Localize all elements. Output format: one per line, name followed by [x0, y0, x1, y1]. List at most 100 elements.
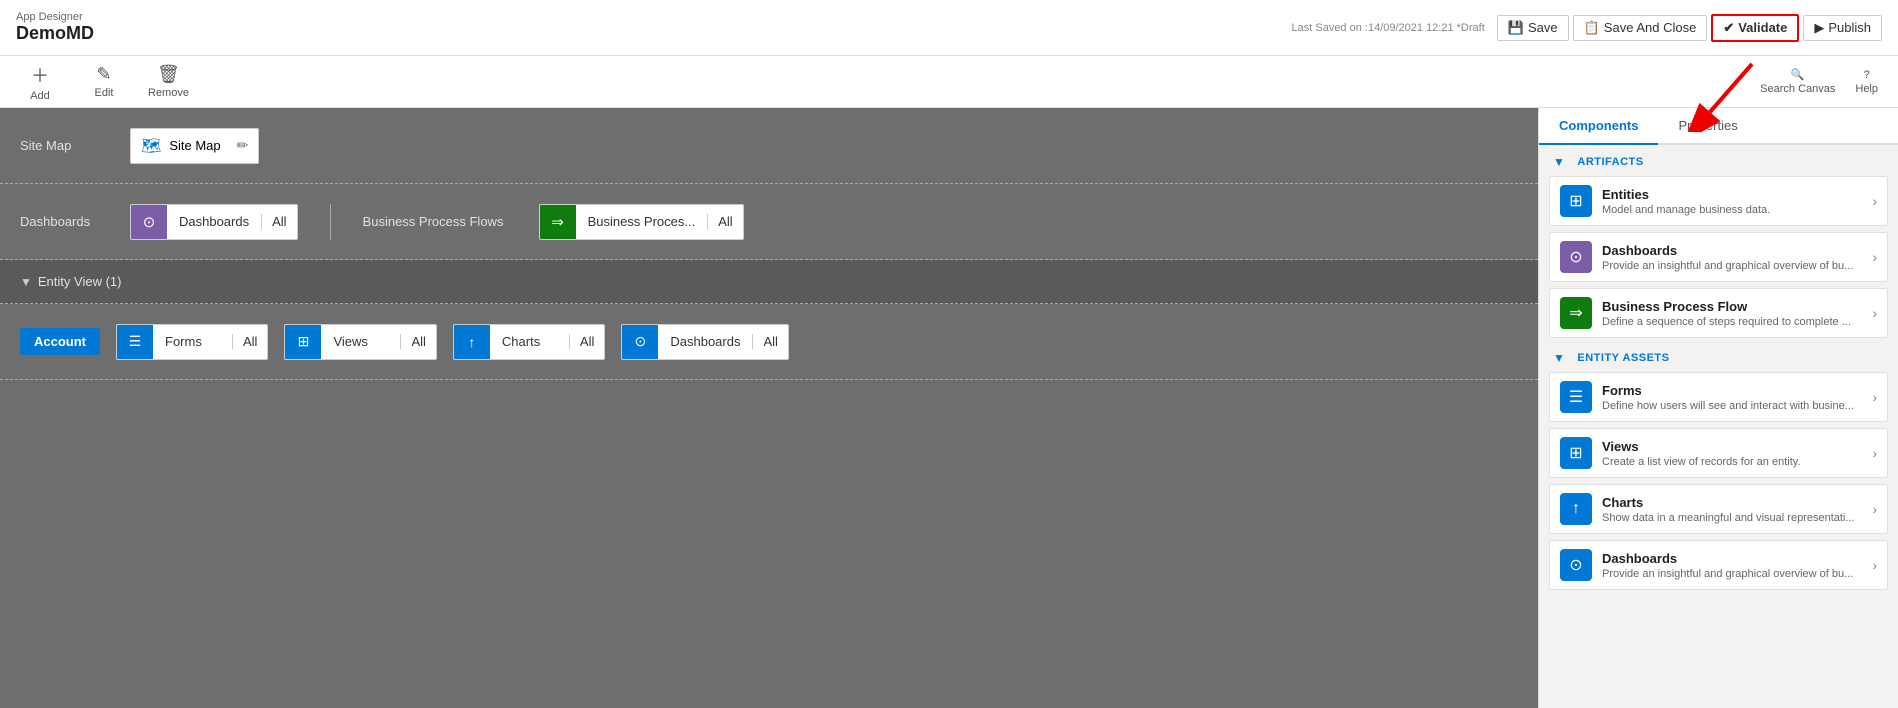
panel-bpf-item[interactable]: ⇒ Business Process Flow Define a sequenc…: [1549, 288, 1888, 338]
validate-button[interactable]: ✔ Validate: [1711, 14, 1799, 42]
charts-item-icon: ↑: [454, 324, 490, 360]
search-canvas-button[interactable]: 🔍 Search Canvas: [1760, 68, 1835, 95]
dashboards-row-items: ⊙ Dashboards All Business Process Flows …: [130, 204, 1518, 240]
bpf-item-icon: ⇒: [540, 204, 576, 240]
panel-bpf-text: Business Process Flow Define a sequence …: [1602, 299, 1862, 328]
panel-charts-icon: ↑: [1560, 493, 1592, 525]
entities-desc: Model and manage business data.: [1602, 204, 1862, 216]
views-all-btn[interactable]: All: [401, 334, 435, 349]
entity-dashboards-item-icon: ⊙: [622, 324, 658, 360]
dashboards-icon-sym: ⊙: [143, 213, 156, 231]
entity-assets-expand-icon[interactable]: ▼: [1553, 351, 1565, 365]
dashboards-bpf-row: Dashboards ⊙ Dashboards All Business Pro…: [0, 184, 1538, 260]
bpf-item-label: Business Proces...: [576, 214, 709, 229]
forms-icon-sym: ☰: [129, 333, 142, 350]
panel-charts-title: Charts: [1602, 495, 1862, 510]
remove-icon: 🗑: [157, 64, 180, 85]
artifacts-header-label: ARTIFACTS: [1577, 156, 1643, 168]
panel-forms-chevron-icon: ›: [1872, 389, 1877, 405]
panel-forms-item[interactable]: ☰ Forms Define how users will see and in…: [1549, 372, 1888, 422]
panel-bpf-chevron-icon: ›: [1872, 305, 1877, 321]
toolbar-add[interactable]: ＋ Add: [20, 62, 60, 102]
panel-dashboards-title: Dashboards: [1602, 243, 1862, 258]
panel-bpf-icon: ⇒: [1560, 297, 1592, 329]
tab-properties[interactable]: Properties: [1658, 108, 1757, 145]
panel-charts-text: Charts Show data in a meaningful and vis…: [1602, 495, 1862, 524]
entity-expand-arrow[interactable]: ▼: [20, 275, 32, 289]
app-designer-label: App Designer: [16, 11, 94, 23]
sitemap-edit-icon[interactable]: ✏: [237, 137, 249, 154]
panel-charts-desc: Show data in a meaningful and visual rep…: [1602, 512, 1862, 524]
save-button[interactable]: 💾 Save: [1497, 15, 1569, 41]
search-canvas-icon: 🔍: [1791, 68, 1805, 81]
save-close-icon: 📋: [1584, 20, 1600, 36]
add-icon: ＋: [31, 62, 49, 88]
panel-dashboards-icon: ⊙: [1560, 241, 1592, 273]
panel-dashboards-text: Dashboards Provide an insightful and gra…: [1602, 243, 1862, 272]
panel-views-icon: ⊞: [1560, 437, 1592, 469]
save-close-label: Save And Close: [1604, 20, 1697, 35]
edit-label: Edit: [95, 87, 114, 99]
entities-text: Entities Model and manage business data.: [1602, 187, 1862, 216]
entity-dashboards-item-box[interactable]: ⊙ Dashboards All: [621, 324, 789, 360]
help-button[interactable]: ? Help: [1855, 69, 1878, 95]
panel-views-text: Views Create a list view of records for …: [1602, 439, 1862, 468]
toolbar-remove[interactable]: 🗑 Remove: [148, 64, 189, 99]
charts-all-btn[interactable]: All: [570, 334, 604, 349]
publish-button[interactable]: ▶ Publish: [1803, 15, 1882, 41]
sitemap-row: Site Map 🗺 Site Map ✏: [0, 108, 1538, 184]
forms-all-btn[interactable]: All: [233, 334, 267, 349]
dashboards-item-label: Dashboards: [167, 214, 262, 229]
panel-entities-item[interactable]: ⊞ Entities Model and manage business dat…: [1549, 176, 1888, 226]
entities-title: Entities: [1602, 187, 1862, 202]
panel-entity-dashboards-item[interactable]: ⊙ Dashboards Provide an insightful and g…: [1549, 540, 1888, 590]
panel-views-desc: Create a list view of records for an ent…: [1602, 456, 1862, 468]
entity-assets-row: ☰ Forms All ⊞ Views All ↑ Charts: [116, 324, 1518, 360]
charts-item-label: Charts: [490, 334, 570, 349]
charts-item-box[interactable]: ↑ Charts All: [453, 324, 605, 360]
sitemap-map-icon: 🗺: [141, 136, 161, 156]
charts-icon-sym: ↑: [468, 334, 475, 350]
panel-dashboards-chevron-icon: ›: [1872, 249, 1877, 265]
right-panel: Components Properties ▼ ARTIFACTS ⊞ Enti…: [1538, 108, 1898, 708]
validate-icon: ✔: [1723, 20, 1734, 36]
views-item-icon: ⊞: [285, 324, 321, 360]
artifacts-section-header: ▼ ARTIFACTS: [1539, 145, 1898, 173]
entity-assets-header-label: ENTITY ASSETS: [1577, 352, 1669, 364]
entities-icon: ⊞: [1560, 185, 1592, 217]
dashboards-item-icon: ⊙: [131, 204, 167, 240]
save-and-close-button[interactable]: 📋 Save And Close: [1573, 15, 1708, 41]
dashboards-all-btn[interactable]: All: [262, 214, 296, 229]
views-item-box[interactable]: ⊞ Views All: [284, 324, 436, 360]
entity-view-header: ▼ Entity View (1): [0, 260, 1538, 304]
entity-dashboards-all-btn[interactable]: All: [753, 334, 787, 349]
panel-views-title: Views: [1602, 439, 1862, 454]
panel-charts-item[interactable]: ↑ Charts Show data in a meaningful and v…: [1549, 484, 1888, 534]
publish-label: Publish: [1828, 20, 1871, 35]
sitemap-row-label: Site Map: [20, 138, 130, 153]
dashboards-row-label: Dashboards: [20, 214, 130, 229]
dashboards-item-box[interactable]: ⊙ Dashboards All: [130, 204, 298, 240]
bpf-item-box[interactable]: ⇒ Business Proces... All: [539, 204, 744, 240]
toolbar-edit[interactable]: ✎ Edit: [84, 64, 124, 99]
account-entity-btn[interactable]: Account: [20, 328, 100, 355]
panel-entity-dashboards-icon: ⊙: [1560, 549, 1592, 581]
forms-item-box[interactable]: ☰ Forms All: [116, 324, 268, 360]
panel-dashboards-artifact-item[interactable]: ⊙ Dashboards Provide an insightful and g…: [1549, 232, 1888, 282]
panel-entity-dashboards-text: Dashboards Provide an insightful and gra…: [1602, 551, 1862, 580]
entities-chevron-icon: ›: [1872, 193, 1877, 209]
remove-label: Remove: [148, 87, 189, 99]
forms-item-icon: ☰: [117, 324, 153, 360]
panel-forms-text: Forms Define how users will see and inte…: [1602, 383, 1862, 412]
bpf-label: Business Process Flows: [363, 214, 523, 229]
sitemap-box[interactable]: 🗺 Site Map ✏: [130, 128, 259, 164]
views-icon-sym: ⊞: [298, 333, 310, 350]
artifacts-expand-icon[interactable]: ▼: [1553, 155, 1565, 169]
panel-entity-dashboards-title: Dashboards: [1602, 551, 1862, 566]
panel-forms-icon: ☰: [1560, 381, 1592, 413]
tab-components[interactable]: Components: [1539, 108, 1658, 145]
bpf-all-btn[interactable]: All: [708, 214, 742, 229]
panel-tabs: Components Properties: [1539, 108, 1898, 145]
panel-charts-chevron-icon: ›: [1872, 501, 1877, 517]
panel-views-item[interactable]: ⊞ Views Create a list view of records fo…: [1549, 428, 1888, 478]
